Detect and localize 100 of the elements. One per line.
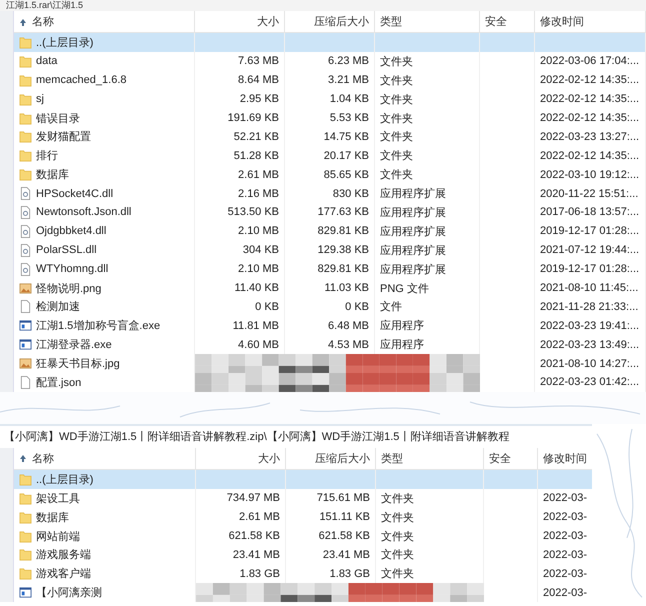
packed-size: 151.11 KB [319,511,370,524]
modified-time: 2017-06-18 13:57:... [540,206,640,218]
packed-size: 85.65 KB [324,168,369,181]
file-row[interactable]: HPSocket4C.dll 2.16 MB 830 KB 应用程序扩展 2020-11-22 15:51:... [14,184,646,204]
blank-file-icon [19,300,32,314]
modified-time: 2019-12-17 01:28:... [540,263,640,276]
file-name: 错误目录 [36,112,80,126]
file-row[interactable]: PolarSSL.dll 304 KB 129.38 KB 应用程序扩展 2021-07-12 19:44:... [14,240,646,260]
file-type: 应用程序 [380,318,424,334]
folder-icon [19,54,32,68]
modified-time: 2022-03-23 01:42:... [540,376,640,388]
file-row[interactable]: sj 2.95 KB 1.04 KB 文件夹 2022-02-12 14:35:... [14,90,646,109]
file-name: 配置.json [36,376,82,390]
file-name: PolarSSL.dll [36,244,97,256]
file-row[interactable]: 错误目录 191.69 KB 5.53 KB 文件夹 2022-02-12 14:35:... [14,108,646,128]
file-size: 621.58 KB [228,530,280,542]
file-size: 1.83 GB [240,568,280,580]
file-size: 2.61 MB [239,511,280,524]
file-size: 2.16 MB [238,188,279,200]
modified-time: 2020-11-22 15:51:... [540,188,638,200]
file-type: 文件夹 [381,530,414,544]
file-row[interactable]: 怪物说明.png 11.40 KB 11.03 KB PNG 文件 2021-08-10 11:45:... [14,278,646,298]
modified-time: 2022-03-10 19:12:... [540,168,640,181]
column-header[interactable]: 安全 [489,450,511,466]
modified-time: 2022-02-12 14:35:... [540,112,640,124]
file-row[interactable]: 数据库 2.61 MB 85.65 KB 文件夹 2022-03-10 19:12:... [14,165,646,184]
file-size: 4.60 MB [238,338,279,351]
folder-icon [19,510,32,524]
file-row[interactable]: memcached_1.6.8 8.64 MB 3.21 MB 文件夹 2022-02-12 14:35:... [14,70,646,90]
window-title: 江湖1.5.rar\江湖1.5 [6,0,84,10]
folder-icon [19,548,32,562]
file-row[interactable]: 江湖1.5增加称号盲盒.exe 11.81 MB 6.48 MB 应用程序 2022-03-23 19:41:... [14,316,646,336]
blank-file-icon [19,376,32,389]
modified-time: 2022-03-06 17:04:... [540,55,640,68]
column-header[interactable]: 类型 [380,14,402,29]
file-size: 734.97 MB [226,492,280,504]
packed-size: 6.23 MB [328,55,369,68]
column-header[interactable]: 安全 [485,14,507,29]
file-type: PNG 文件 [380,282,429,296]
column-header[interactable]: 名称 [32,450,54,466]
file-name: 江湖1.5增加称号盲盒.exe [36,318,160,334]
column-header[interactable]: 压缩后大小 [315,450,370,466]
column-header[interactable]: 类型 [381,450,403,466]
file-row[interactable]: 检测加速 0 KB 0 KB 文件 2021-11-28 21:33:... [14,297,646,316]
modified-time: 2022-03-23 13:27:... [540,130,640,143]
file-name: WTYhomng.dll [36,263,108,276]
packed-size: 177.63 KB [318,206,369,218]
modified-time: 2021-07-12 19:44:... [540,244,640,256]
file-name: ..(上层目录) [36,36,94,50]
file-name: 数据库 [36,168,69,182]
file-row[interactable]: ..(上层目录) [14,33,646,52]
file-size: 11.40 KB [234,282,279,294]
file-type: 文件夹 [380,130,413,144]
file-row[interactable]: 发财猫配置 52.21 KB 14.75 KB 文件夹 2022-03-23 13:27:... [14,127,646,146]
file-name: 江湖登录器.exe [36,338,112,352]
file-type: 应用程序扩展 [380,262,446,277]
modified-time: 2022-03- [543,492,588,504]
file-name: 游戏服务端 [36,548,91,562]
column-header[interactable]: 大小 [257,14,279,29]
modified-time: 2021-08-10 11:45:... [540,282,638,294]
file-row[interactable]: 排行 51.28 KB 20.17 KB 文件夹 2022-02-12 14:35:... [14,146,646,166]
file-size: 51.28 KB [234,150,279,162]
file-type: 文件夹 [381,548,414,562]
file-row[interactable]: ..(上层目录) [14,470,594,489]
file-size: 11.81 MB [232,320,279,332]
file-type: 应用程序扩展 [380,206,446,220]
folder-icon [19,36,32,49]
packed-size: 829.81 KB [318,263,369,276]
file-type: 文件夹 [380,92,413,107]
file-type: 文件 [380,300,402,314]
file-size: 23.41 MB [232,548,280,561]
file-name: Ojdgbbket4.dll [36,225,106,238]
file-name: HPSocket4C.dll [36,188,114,200]
file-name: 排行 [36,149,58,164]
packed-size: 129.38 KB [318,244,369,256]
modified-time: 2021-08-10 14:27:... [540,358,640,370]
folder-icon [19,530,32,543]
file-name: ..(上层目录) [36,472,94,487]
file-row[interactable]: Newtonsoft.Json.dll 513.50 KB 177.63 KB 应用程序扩展 2017-06-18 13:57:... [14,203,646,222]
column-header[interactable]: 名称 [32,14,54,29]
file-row[interactable]: 【小阿漓亲测 2022-03- [14,583,594,602]
packed-size: 6.48 MB [328,320,369,332]
file-size: 513.50 KB [228,206,279,218]
packed-size: 1.83 GB [330,568,370,580]
folder-icon [19,492,32,505]
file-size: 52.21 KB [234,130,279,143]
column-header[interactable]: 压缩后大小 [314,14,369,29]
modified-time: 2019-12-17 01:28:... [540,225,640,238]
modified-time: 2022-03- [543,530,588,542]
column-header[interactable]: 大小 [258,450,280,466]
file-row[interactable]: data 7.63 MB 6.23 MB 文件夹 2022-03-06 17:04:... [14,52,646,71]
folder-icon [19,74,32,87]
modified-time: 2022-03- [543,586,588,599]
folder-icon [19,130,32,144]
column-header[interactable]: 修改时间 [543,450,587,466]
column-header[interactable]: 修改时间 [540,14,584,29]
file-type: 文件夹 [380,74,413,88]
file-size: 2.10 MB [238,263,279,276]
file-row[interactable]: WTYhomng.dll 2.10 MB 829.81 KB 应用程序扩展 2019-12-17 01:28:... [14,260,646,279]
file-row[interactable]: Ojdgbbket4.dll 2.10 MB 829.81 KB 应用程序扩展 2019-12-17 01:28:... [14,222,646,241]
